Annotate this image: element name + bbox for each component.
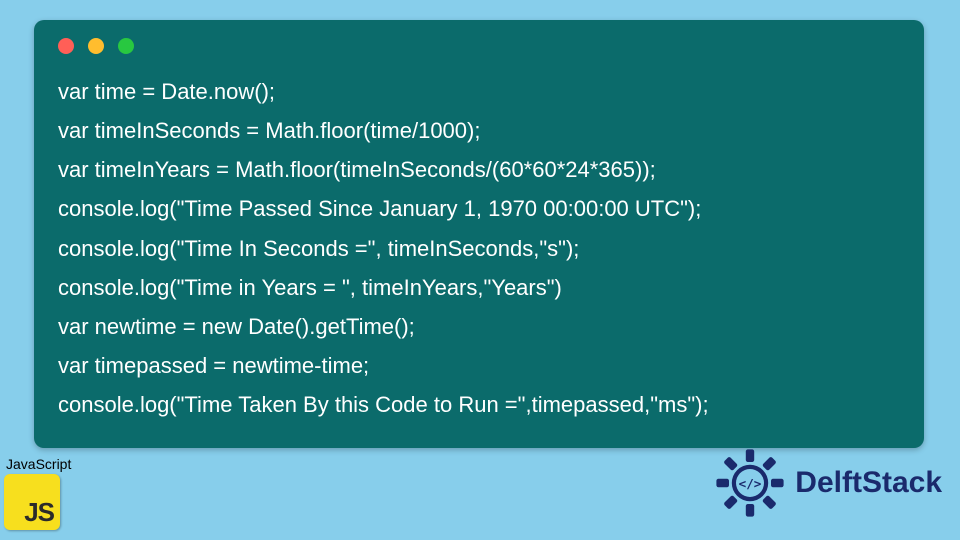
page-root: var time = Date.now(); var timeInSeconds…: [0, 0, 960, 540]
window-traffic-lights: [58, 38, 900, 54]
code-line: console.log("Time Passed Since January 1…: [58, 196, 701, 221]
close-icon: [58, 38, 74, 54]
code-line: console.log("Time Taken By this Code to …: [58, 392, 709, 417]
maximize-icon: [118, 38, 134, 54]
code-line: var time = Date.now();: [58, 79, 275, 104]
javascript-label: JavaScript: [4, 456, 94, 472]
code-line: var timepassed = newtime-time;: [58, 353, 369, 378]
javascript-badge: JavaScript JS: [4, 456, 94, 530]
svg-text:</>: </>: [739, 476, 762, 491]
delftstack-logo-icon: </>: [715, 448, 785, 518]
javascript-icon: JS: [4, 474, 60, 530]
code-line: var newtime = new Date().getTime();: [58, 314, 415, 339]
delftstack-brand: </> DelftStack: [715, 448, 942, 518]
delftstack-label: DelftStack: [795, 466, 942, 500]
code-line: var timeInSeconds = Math.floor(time/1000…: [58, 118, 480, 143]
code-card: var time = Date.now(); var timeInSeconds…: [34, 20, 924, 448]
minimize-icon: [88, 38, 104, 54]
code-line: console.log("Time In Seconds =", timeInS…: [58, 236, 579, 261]
code-line: console.log("Time in Years = ", timeInYe…: [58, 275, 562, 300]
code-block: var time = Date.now(); var timeInSeconds…: [58, 72, 900, 424]
javascript-icon-text: JS: [24, 497, 54, 528]
code-line: var timeInYears = Math.floor(timeInSecon…: [58, 157, 656, 182]
